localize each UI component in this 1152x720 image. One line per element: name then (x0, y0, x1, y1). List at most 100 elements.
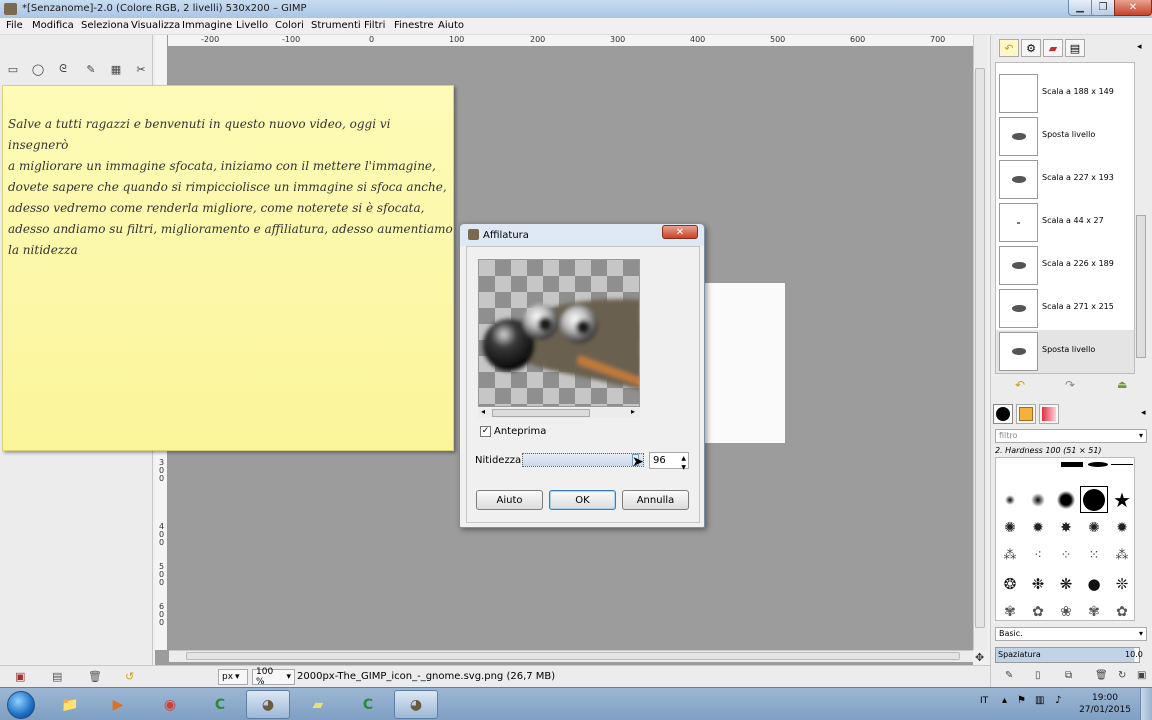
menu-finestre[interactable]: Finestre (394, 20, 433, 31)
brush-cell[interactable] (1052, 486, 1080, 513)
preview-scrollbar[interactable]: ◂ ▸ (478, 407, 640, 418)
brush-cell[interactable]: ● (1080, 570, 1108, 597)
dock-menu-icon[interactable]: ◂ (1141, 408, 1146, 418)
scroll-right-icon[interactable]: ▸ (631, 407, 635, 416)
ellipse-select-icon[interactable]: ◯ (30, 62, 46, 76)
patterns-tab[interactable] (1016, 404, 1036, 424)
gradients-tab[interactable] (1039, 404, 1059, 424)
dock-menu-icon[interactable]: ◂ (1137, 42, 1142, 52)
flag-icon[interactable]: ⚑ (1017, 695, 1026, 706)
scroll-left-icon[interactable]: ◂ (481, 407, 485, 416)
show-desktop-button[interactable] (1140, 688, 1152, 720)
taskbar-media-player[interactable]: ▶ (96, 690, 140, 719)
undo-scroll-thumb[interactable] (1136, 215, 1146, 358)
undo-row[interactable]: Sposta livello (996, 115, 1134, 158)
menu-file[interactable]: File (6, 20, 23, 31)
taskbar-gimp-2[interactable]: ◕ (394, 690, 438, 719)
spin-down-icon[interactable]: ▼ (681, 460, 686, 475)
color-select-icon[interactable]: ▦ (108, 62, 124, 76)
brush-cell[interactable] (1108, 458, 1134, 470)
horizontal-scroll-thumb[interactable] (186, 652, 960, 660)
undo-history-list[interactable]: Scala a 188 x 149 Sposta livello Scala a… (995, 62, 1135, 374)
volume-icon[interactable]: ♪ (1055, 695, 1061, 706)
open-as-image-icon[interactable]: ▣ (1137, 670, 1146, 681)
minimize-button[interactable]: ▁ (1068, 0, 1092, 16)
brush-cell[interactable]: ⁙ (1080, 542, 1108, 569)
brush-cell[interactable]: ❂ (996, 570, 1024, 597)
menu-livello[interactable]: Livello (236, 20, 268, 31)
brush-cell[interactable]: ✿ (1024, 598, 1052, 620)
navigate-icon[interactable]: ✥ (975, 651, 984, 664)
reset-icon[interactable]: ↺ (125, 670, 134, 683)
spacing-slider[interactable]: Spaziatura (995, 647, 1140, 663)
brush-cell[interactable] (1024, 486, 1052, 513)
close-button[interactable]: ✕ (1114, 0, 1152, 16)
preview-checkbox[interactable]: ✓ (480, 426, 491, 437)
taskbar-sticky-notes[interactable]: ▰ (296, 690, 340, 719)
undo-row[interactable]: Scala a 271 x 215 (996, 287, 1134, 330)
menu-aiuto[interactable]: Aiuto (438, 20, 464, 31)
brushes-tab[interactable] (993, 404, 1013, 424)
brush-cell[interactable]: ❋ (1052, 570, 1080, 597)
network-icon[interactable]: ▥ (1035, 695, 1044, 706)
ok-button[interactable]: OK (549, 490, 616, 510)
brush-cell[interactable]: ★ (1108, 486, 1134, 513)
undo-row[interactable]: Scala a 44 x 27 (996, 201, 1134, 244)
lasso-icon[interactable]: ᘓ (55, 62, 71, 76)
cancel-button[interactable]: Annulla (622, 490, 689, 510)
undo-icon[interactable]: ↶ (1015, 378, 1025, 392)
taskbar-camtasia[interactable]: C (198, 690, 242, 719)
brush-cell[interactable]: ✸ (1052, 514, 1080, 541)
brush-cell[interactable]: ❉ (1024, 570, 1052, 597)
brush-cell[interactable]: ✺ (996, 514, 1024, 541)
brush-cell[interactable]: ✾ (996, 598, 1024, 620)
menu-modifica[interactable]: Modifica (32, 20, 74, 31)
brush-cell[interactable]: ✹ (1108, 514, 1134, 541)
start-button[interactable] (2, 689, 40, 720)
menu-filtri[interactable]: Filtri (364, 20, 385, 31)
brush-cell[interactable] (996, 486, 1024, 513)
undo-history-tab[interactable]: ↶ (999, 39, 1019, 57)
taskbar-explorer[interactable]: 📁 (48, 690, 92, 719)
eraser-tab[interactable]: ▰ (1043, 39, 1063, 57)
export-icon[interactable]: ▤ (52, 670, 62, 683)
redo-icon[interactable]: ↷ (1065, 378, 1075, 392)
edit-brush-icon[interactable]: ✎ (1005, 670, 1013, 681)
save-image-icon[interactable]: ▣ (15, 670, 25, 683)
tool-options-tab[interactable]: ⚙ (1021, 39, 1041, 57)
menu-strumenti[interactable]: Strumenti (311, 20, 361, 31)
brush-cell[interactable]: ⁂ (996, 542, 1024, 569)
brush-filter-input[interactable]: filtro ▾ (995, 429, 1147, 443)
sharpness-spinbox[interactable]: 96 ▲ ▼ (649, 452, 689, 471)
brush-cell[interactable]: ⁖ (1024, 542, 1052, 569)
fuzzy-select-icon[interactable]: ✎ (83, 62, 99, 76)
brush-cell-selected[interactable] (1080, 486, 1108, 513)
brush-cell[interactable]: ⁂ (1108, 542, 1134, 569)
refresh-brush-icon[interactable]: ↻ (1118, 670, 1126, 681)
clear-history-icon[interactable]: ⏏ (1117, 378, 1127, 391)
brush-cell[interactable]: ❊ (1108, 570, 1134, 597)
document-tab[interactable]: ▤ (1065, 39, 1085, 57)
undo-row-selected[interactable]: Sposta livello (996, 330, 1134, 373)
brush-cell[interactable] (1058, 458, 1086, 470)
menu-immagine[interactable]: Immagine (182, 20, 232, 31)
horizontal-ruler[interactable]: -200 -100 0 100 200 300 400 500 600 700 (168, 35, 973, 47)
undo-row[interactable]: Scala a 227 x 193 (996, 158, 1134, 201)
rect-select-icon[interactable]: ▭ (5, 62, 21, 76)
trash-icon[interactable]: 🗑 (88, 670, 102, 683)
menu-colori[interactable]: Colori (275, 20, 304, 31)
sharpness-slider[interactable] (522, 453, 644, 467)
new-brush-icon[interactable]: ▯ (1035, 670, 1041, 681)
brush-tag-select[interactable]: Basic. ▾ (995, 627, 1147, 641)
brush-cell[interactable]: ⁘ (1052, 542, 1080, 569)
dialog-close-button[interactable]: ✕ (662, 225, 698, 239)
unit-select[interactable]: px ▾ (218, 669, 248, 685)
duplicate-brush-icon[interactable]: ⧉ (1065, 670, 1072, 681)
zoom-select[interactable]: 100 % ▾ (252, 667, 295, 687)
brush-cell[interactable]: ✿ (1108, 598, 1134, 620)
taskbar-gimp[interactable]: ◕ (246, 690, 290, 719)
scissors-icon[interactable]: ✂ (133, 62, 149, 76)
menu-visualizza[interactable]: Visualizza (131, 20, 180, 31)
delete-brush-icon[interactable]: 🗑 (1095, 670, 1108, 681)
brush-cell[interactable]: ✺ (1080, 514, 1108, 541)
